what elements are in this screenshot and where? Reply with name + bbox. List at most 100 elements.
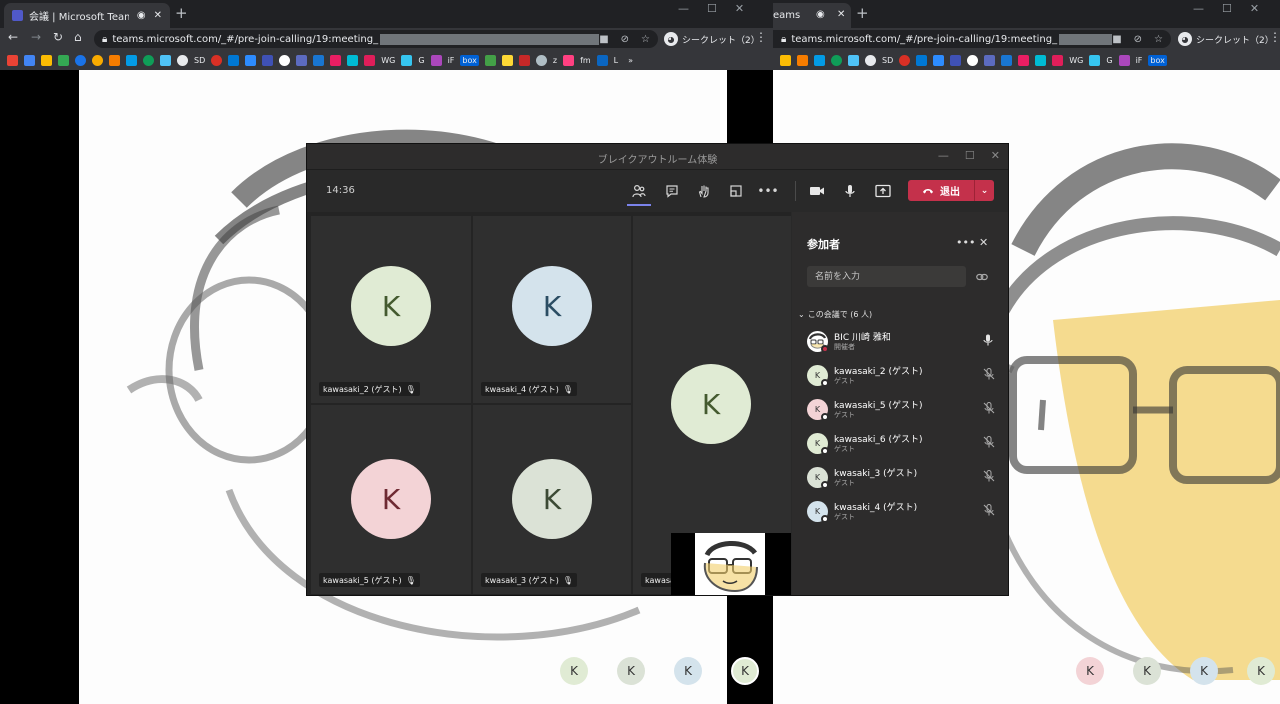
bookmark-box[interactable]: box xyxy=(460,54,479,66)
star-icon[interactable]: ☆ xyxy=(641,34,650,45)
participant-row[interactable]: K kawasaki_2 (ゲスト) ゲスト xyxy=(807,360,1002,390)
sd-icon[interactable] xyxy=(865,54,876,66)
keep-icon[interactable] xyxy=(780,54,791,66)
close-window-icon[interactable]: ✕ xyxy=(735,2,744,15)
leave-button[interactable]: 退出 ⌄ xyxy=(908,180,994,201)
bookmark-fm[interactable]: fm xyxy=(580,56,591,65)
a-icon[interactable] xyxy=(563,54,575,66)
menu-icon[interactable]: ⋮ xyxy=(755,30,767,44)
new-tab-button[interactable]: + xyxy=(175,4,188,22)
new-tab-button[interactable]: + xyxy=(856,4,869,22)
maximize-icon[interactable]: ☐ xyxy=(965,149,975,162)
gmail-icon[interactable] xyxy=(7,54,18,66)
meeting-section-header[interactable]: ⌄ この会議で (6 人) xyxy=(798,309,872,320)
bookmark-box[interactable]: box xyxy=(1148,54,1167,66)
zoom-icon[interactable] xyxy=(933,54,945,66)
forward-icon[interactable]: → xyxy=(31,30,41,44)
v-icon[interactable] xyxy=(1035,54,1047,66)
hand-icon[interactable] xyxy=(92,54,103,66)
keep-icon[interactable] xyxy=(41,54,52,66)
reload-icon[interactable]: ↻ xyxy=(53,30,63,44)
bookmark-if[interactable]: iF xyxy=(448,56,455,65)
panel-more-icon[interactable]: ••• xyxy=(956,236,975,249)
slack2-icon[interactable] xyxy=(1089,54,1101,66)
shield-icon[interactable] xyxy=(535,54,547,66)
address-bar[interactable]: 🔒︎ teams.microsoft.com/_#/pre-join-calli… xyxy=(94,30,658,48)
v-icon[interactable] xyxy=(347,54,359,66)
camera-icon[interactable]: ■ xyxy=(599,34,608,45)
star-icon[interactable]: ☆ xyxy=(1154,34,1163,45)
close-tab-icon[interactable]: ✕ xyxy=(837,9,845,20)
google-icon[interactable] xyxy=(279,54,291,66)
dock-avatar[interactable]: K xyxy=(1133,657,1161,685)
slack2-icon[interactable] xyxy=(401,54,413,66)
analytics-icon[interactable] xyxy=(797,54,808,66)
video-tile[interactable]: K kawasaki_2 (ゲスト) 🎙︎ xyxy=(311,216,471,403)
microphone-button[interactable] xyxy=(840,182,860,200)
dock-avatar[interactable]: K xyxy=(731,657,759,685)
share-invite-icon[interactable] xyxy=(976,270,988,284)
maximize-icon[interactable]: ☐ xyxy=(1222,2,1232,15)
raise-hand-button[interactable] xyxy=(694,182,714,200)
panel-close-icon[interactable]: ✕ xyxy=(979,236,988,249)
home-icon[interactable]: ⌂ xyxy=(74,30,82,44)
docs-icon[interactable] xyxy=(984,54,996,66)
participant-row[interactable]: K kwasaki_4 (ゲスト) ゲスト xyxy=(807,496,1002,526)
incognito-indicator[interactable]: ◕ シークレット（2） xyxy=(1178,31,1274,47)
y-icon[interactable] xyxy=(518,54,530,66)
dock-avatar[interactable]: K xyxy=(560,657,588,685)
bookmarks-overflow[interactable]: » xyxy=(628,56,633,65)
onedrive-icon[interactable] xyxy=(228,54,240,66)
grid-icon[interactable] xyxy=(430,54,442,66)
camera-button[interactable] xyxy=(807,182,827,200)
video-tile[interactable]: K kwasaki_3 (ゲスト) 🎙︎ xyxy=(473,405,631,594)
chat-button[interactable] xyxy=(662,182,682,200)
arc-icon[interactable] xyxy=(211,54,223,66)
monitor-icon[interactable] xyxy=(848,54,859,66)
x-icon[interactable] xyxy=(1001,54,1013,66)
cloud-blue-icon[interactable] xyxy=(814,54,825,66)
bookmark-sd[interactable]: SD xyxy=(194,56,205,65)
monitor-icon[interactable] xyxy=(160,54,171,66)
minimize-icon[interactable]: — xyxy=(678,2,689,15)
cloud-blue-icon[interactable] xyxy=(126,54,137,66)
hide-icon[interactable]: ⊘ xyxy=(621,34,629,45)
participant-search-input[interactable] xyxy=(807,266,966,287)
dock-avatar[interactable]: K xyxy=(1190,657,1218,685)
s-icon[interactable] xyxy=(831,54,842,66)
dock-avatar[interactable]: K xyxy=(1247,657,1275,685)
maximize-icon[interactable]: ☐ xyxy=(707,2,717,15)
close-window-icon[interactable]: ✕ xyxy=(1250,2,1259,15)
green-box-icon[interactable] xyxy=(484,54,496,66)
dock-avatar[interactable]: K xyxy=(1076,657,1104,685)
self-view-preview[interactable] xyxy=(671,533,791,595)
m-icon[interactable] xyxy=(501,54,513,66)
leave-options-button[interactable]: ⌄ xyxy=(974,180,994,201)
calendar-icon[interactable] xyxy=(24,54,35,66)
bookmark-l[interactable]: L xyxy=(614,56,618,65)
participants-button[interactable] xyxy=(627,182,651,206)
dock-avatar[interactable]: K xyxy=(617,657,645,685)
camera-icon[interactable]: ■ xyxy=(1112,34,1121,45)
grid-icon[interactable] xyxy=(1118,54,1130,66)
p-icon[interactable] xyxy=(950,54,962,66)
address-bar[interactable]: 🔒︎ teams.microsoft.com/_#/pre-join-calli… xyxy=(773,30,1171,48)
dock-avatar[interactable]: K xyxy=(674,657,702,685)
video-tile[interactable]: K kawasaki_5 (ゲスト) 🎙︎ xyxy=(311,405,471,594)
bookmark-sd[interactable]: SD xyxy=(882,56,893,65)
s-icon[interactable] xyxy=(143,54,154,66)
participant-row[interactable]: K kawasaki_6 (ゲスト) ゲスト xyxy=(807,428,1002,458)
more-actions-button[interactable]: ••• xyxy=(757,182,778,200)
bookmark-g[interactable]: G xyxy=(1106,56,1112,65)
share-button[interactable] xyxy=(873,182,893,200)
incognito-indicator[interactable]: ◕ シークレット（2） xyxy=(664,31,760,47)
browser-tab[interactable]: 会議 | Microsoft Teams ◉ ✕ xyxy=(4,3,170,28)
participant-row[interactable]: K kawasaki_5 (ゲスト) ゲスト xyxy=(807,394,1002,424)
linkedin-icon[interactable] xyxy=(596,54,608,66)
arc-icon[interactable] xyxy=(899,54,911,66)
docs-icon[interactable] xyxy=(296,54,308,66)
sd-icon[interactable] xyxy=(177,54,188,66)
back-icon[interactable]: ← xyxy=(8,30,18,44)
drive-icon[interactable] xyxy=(58,54,69,66)
flag-icon[interactable] xyxy=(1018,54,1030,66)
